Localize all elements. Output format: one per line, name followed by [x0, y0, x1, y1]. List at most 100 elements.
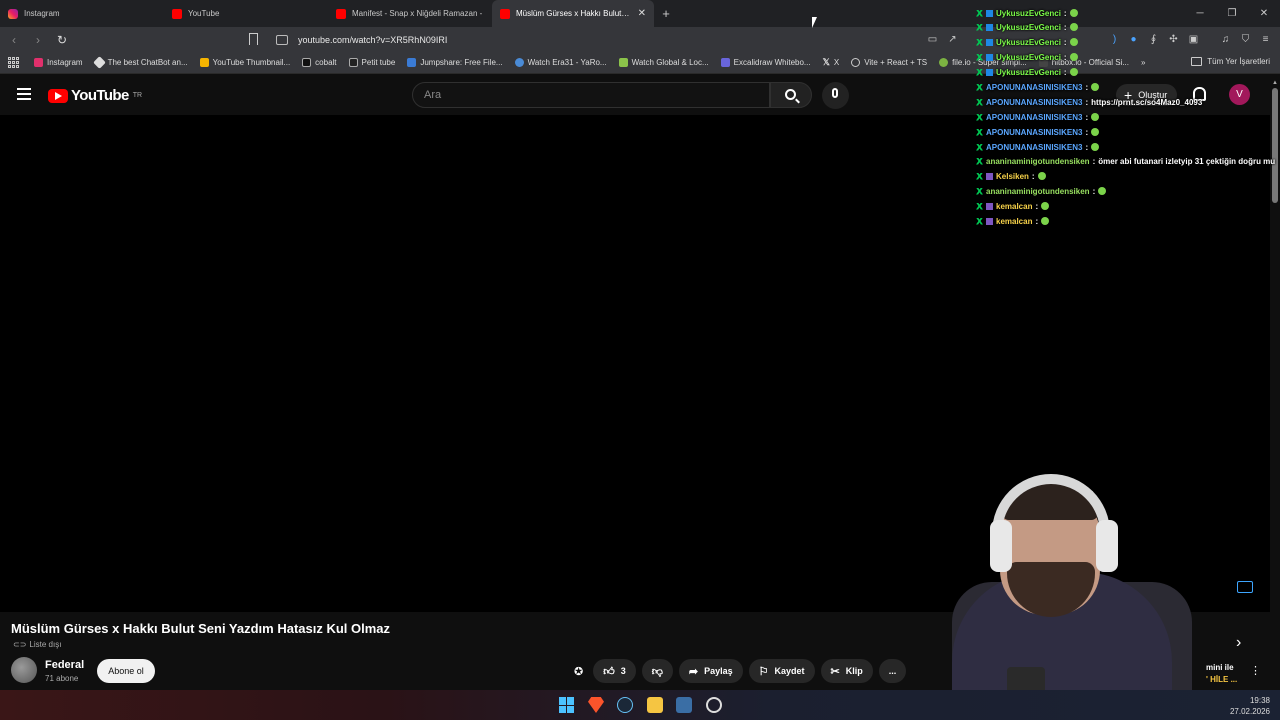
search-button[interactable]: [770, 82, 812, 108]
recommendation-snippet[interactable]: mini ile ' HİLE ...: [1206, 662, 1237, 686]
chat-badge-icon: [976, 53, 983, 61]
bookmark-item[interactable]: Excalidraw Whitebo...: [720, 58, 811, 67]
voice-search-button[interactable]: [822, 82, 849, 109]
bookmark-page-icon[interactable]: [249, 33, 258, 45]
instagram-icon: [34, 58, 43, 67]
account-avatar[interactable]: V: [1229, 84, 1250, 105]
chat-badge-icon: [976, 217, 983, 225]
chevron-right-icon[interactable]: ›: [1236, 634, 1241, 652]
window-controls: ─ ❐ ✕: [1184, 0, 1280, 27]
restore-icon[interactable]: ❐: [1216, 0, 1248, 27]
windows-start-icon[interactable]: [559, 697, 575, 713]
chat-message: APONUNANASINISIKEN3: https://prnt.sc/so4M…: [976, 95, 1202, 109]
cast-icon[interactable]: ▭: [925, 32, 940, 47]
tab-instagram[interactable]: Instagram: [0, 0, 164, 27]
chat-emote-icon: [1041, 202, 1050, 210]
clip-button[interactable]: ✂ Klip: [820, 659, 873, 683]
bookmark-item[interactable]: 𝕏X: [823, 57, 840, 68]
bookmark-item[interactable]: Watch Era31 - YaRo...: [514, 58, 607, 67]
chat-message: UykusuzEvGenci:: [976, 35, 1078, 49]
bookmark-item[interactable]: Instagram: [34, 58, 83, 67]
chat-separator: :: [1031, 171, 1035, 181]
obs-icon[interactable]: [706, 697, 722, 713]
youtube-logo[interactable]: YouTube TR: [48, 87, 142, 104]
miniplayer-icon[interactable]: [1237, 581, 1253, 593]
hamburger-menu-icon[interactable]: [17, 88, 31, 103]
file-explorer-icon[interactable]: [647, 697, 663, 713]
sidebar-icon[interactable]: ▣: [1186, 32, 1201, 47]
tab-youtube[interactable]: YouTube: [164, 0, 328, 27]
extension-circle-icon[interactable]: ●: [1126, 32, 1141, 47]
address-bar[interactable]: youtube.com/watch?v=XR5RhN09IRI: [270, 30, 970, 49]
more-actions-button[interactable]: ...: [878, 659, 907, 683]
bookmark-item[interactable]: Watch Global & Loc...: [618, 58, 709, 67]
bookmark-label: Vite + React + TS: [864, 58, 928, 67]
channel-avatar[interactable]: [11, 657, 37, 683]
youtube-play-icon: [48, 88, 68, 103]
new-tab-button[interactable]: +: [656, 6, 676, 21]
scroll-up-arrow-icon[interactable]: ▲: [1272, 80, 1278, 86]
bookmark-item[interactable]: Jumpshare: Free File...: [407, 58, 503, 67]
thumbs-up-icon: 👍︎: [603, 665, 615, 678]
channel-name[interactable]: Federal: [45, 659, 84, 671]
chat-badge-icon: [976, 157, 983, 165]
chat-badge-icon: [976, 202, 983, 210]
chat-username: UykusuzEvGenci: [996, 52, 1061, 62]
tab-label: Manifest - Snap x Niğdeli Ramazan -: [352, 9, 483, 18]
steam-icon[interactable]: [617, 697, 633, 713]
close-window-icon[interactable]: ✕: [1248, 0, 1280, 27]
chat-text: ömer abi futanari izletyip 31 çektiğin d…: [1098, 156, 1276, 166]
minimize-icon[interactable]: ─: [1184, 0, 1216, 27]
bookmark-item[interactable]: The best ChatBot an...: [92, 56, 188, 69]
page-scrollbar[interactable]: [1272, 88, 1278, 203]
chat-badge-icon: [986, 172, 993, 180]
bookmark-label: cobalt: [315, 58, 337, 67]
tab-current-video[interactable]: Müslüm Gürses x Hakkı Bulut Sen ✕: [492, 0, 654, 27]
share-icon[interactable]: ↗: [945, 32, 960, 47]
bookmark-item[interactable]: Vite + React + TS: [851, 58, 927, 67]
close-tab-icon[interactable]: ✕: [638, 8, 646, 19]
share-button[interactable]: ➦ Paylaş: [678, 659, 743, 683]
extension-leaf-icon[interactable]: ∮: [1146, 32, 1161, 47]
site-info-icon[interactable]: [276, 34, 288, 45]
subscribe-button[interactable]: Abone ol: [97, 659, 155, 683]
bookmark-item[interactable]: YouTube Thumbnail...: [199, 58, 290, 67]
chat-username: UykusuzEvGenci: [996, 22, 1061, 32]
brave-browser-icon[interactable]: [588, 697, 604, 713]
media-icon[interactable]: ♫: [1218, 32, 1233, 47]
chatbot-icon: [92, 56, 106, 69]
system-clock[interactable]: 19:38 27.02.2026: [1230, 695, 1270, 717]
more-bookmarks-button[interactable]: »: [1141, 58, 1145, 67]
chat-separator: :: [1092, 156, 1096, 166]
search-input[interactable]: [413, 83, 769, 107]
chat-username: APONUNANASINISIKEN3: [986, 112, 1083, 122]
apps-grid-icon[interactable]: [8, 56, 20, 69]
brave-icon[interactable]: ✪: [574, 665, 583, 678]
visibility-label: Liste dışı: [29, 640, 62, 649]
tab-label: Instagram: [24, 9, 60, 18]
chat-username: UykusuzEvGenci: [996, 67, 1061, 77]
chat-username: ananinaminigotundensiken: [986, 186, 1090, 196]
reload-icon[interactable]: ↻: [52, 33, 72, 47]
vpn-shield-icon[interactable]: ⛉: [1238, 32, 1253, 47]
chat-badge-icon: [976, 172, 983, 180]
bookmark-item[interactable]: cobalt: [302, 58, 337, 67]
forward-icon[interactable]: ›: [28, 33, 48, 47]
save-button[interactable]: ⚐ Kaydet: [748, 659, 815, 683]
tab-manifest[interactable]: Manifest - Snap x Niğdeli Ramazan -: [328, 0, 492, 27]
chat-badge-icon: [976, 187, 983, 195]
kebab-menu-icon[interactable]: ⋮: [1250, 664, 1261, 677]
dislike-button[interactable]: 👎︎: [641, 659, 673, 683]
extensions-puzzle-icon[interactable]: ✣: [1166, 32, 1181, 47]
chat-message: APONUNANASINISIKEN3:: [976, 140, 1100, 154]
back-icon[interactable]: ‹: [4, 33, 24, 47]
app-window-icon[interactable]: [676, 697, 692, 713]
extension-wave-icon[interactable]: ): [1107, 32, 1122, 47]
bookmark-item[interactable]: Petit tube: [348, 58, 395, 67]
all-bookmarks-button[interactable]: Tüm Yer İşaretleri: [1191, 57, 1270, 66]
video-title: Müslüm Gürses x Hakkı Bulut Seni Yazdım …: [11, 621, 391, 636]
globe-icon: [851, 58, 861, 67]
menu-icon[interactable]: ≡: [1258, 32, 1273, 47]
like-button[interactable]: 👍︎ 3: [593, 659, 636, 683]
microphone-icon: [832, 88, 838, 98]
